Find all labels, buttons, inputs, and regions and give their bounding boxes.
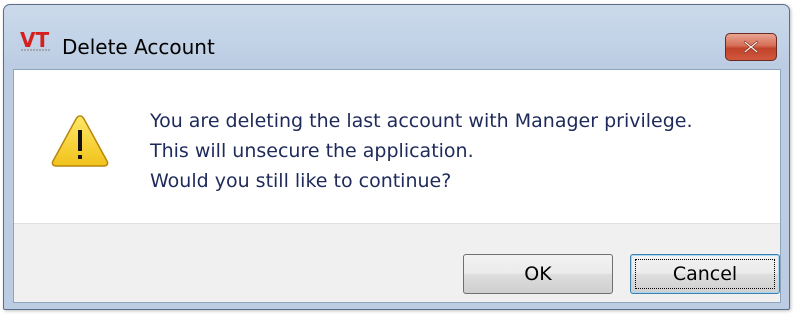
app-logo-icon: VT [20, 28, 56, 54]
ok-button[interactable]: OK [463, 254, 613, 294]
cancel-button-label: Cancel [672, 263, 738, 285]
dialog-content: You are deleting the last account with M… [13, 69, 781, 303]
button-bar: OK Cancel [14, 223, 780, 302]
message-line: You are deleting the last account with M… [150, 110, 693, 132]
close-button[interactable] [725, 33, 777, 61]
message-line: Would you still like to continue? [150, 170, 452, 192]
window-title: Delete Account [62, 35, 215, 59]
close-icon [743, 40, 759, 54]
message-area: You are deleting the last account with M… [14, 70, 780, 223]
ok-button-label: OK [524, 263, 552, 285]
warning-icon [50, 114, 110, 168]
title-bar[interactable]: VT Delete Account [4, 5, 789, 65]
svg-text:VT: VT [20, 28, 49, 52]
message-line: This will unsecure the application. [150, 140, 474, 162]
dialog-window: VT Delete Account You are deleting the l… [3, 4, 790, 310]
cancel-button[interactable]: Cancel [630, 254, 780, 294]
message-text: You are deleting the last account with M… [150, 106, 693, 196]
